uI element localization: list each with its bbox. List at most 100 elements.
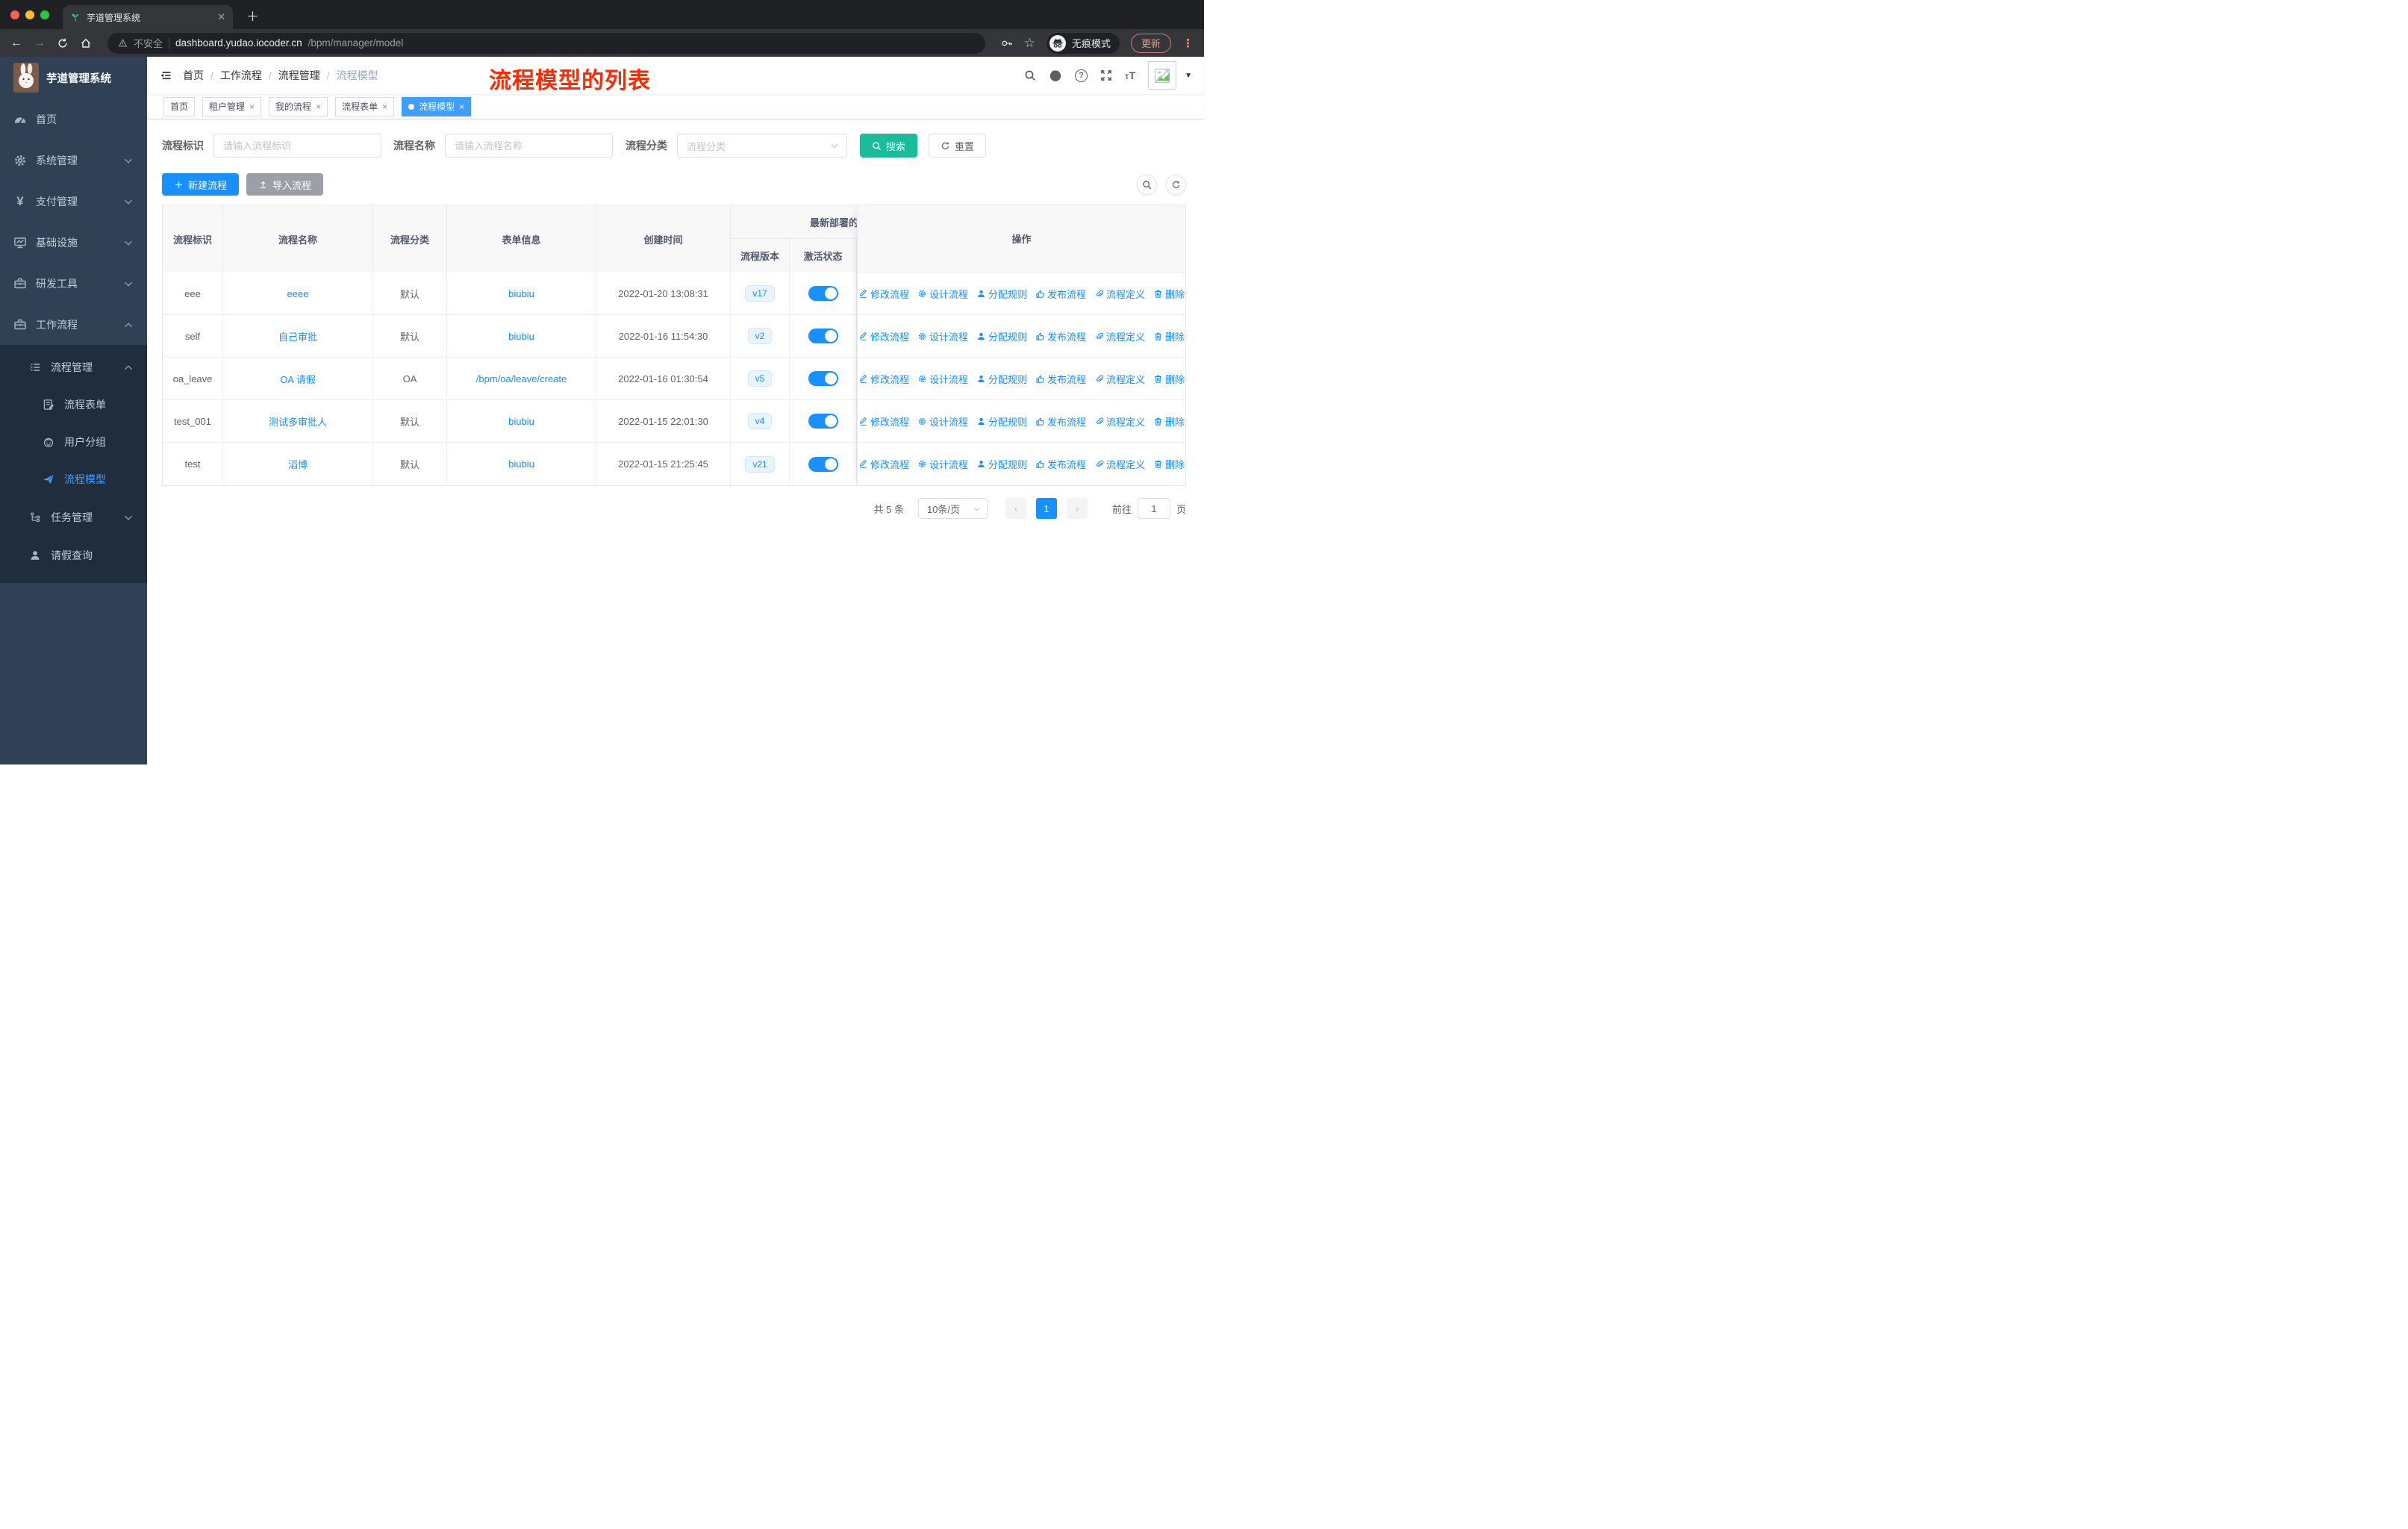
- toggle-search-button[interactable]: [1137, 174, 1157, 195]
- delete-link[interactable]: 删除: [1153, 457, 1185, 471]
- tag-my-process[interactable]: 我的流程 ×: [269, 96, 328, 116]
- process-name-link[interactable]: eeee: [287, 288, 309, 299]
- tag-tenant[interactable]: 租户管理 ×: [202, 96, 262, 116]
- current-page-button[interactable]: 1: [1035, 498, 1057, 519]
- close-icon[interactable]: ×: [382, 102, 387, 112]
- bookmark-star-icon[interactable]: ☆: [1024, 36, 1035, 51]
- active-toggle[interactable]: [808, 328, 838, 343]
- tag-home[interactable]: 首页: [163, 96, 196, 116]
- process-id-input[interactable]: [213, 134, 381, 158]
- process-name-link[interactable]: 测试多审批人: [269, 414, 327, 429]
- active-toggle[interactable]: [808, 414, 838, 429]
- breadcrumb-home[interactable]: 首页: [183, 68, 204, 83]
- refresh-table-button[interactable]: [1166, 174, 1186, 195]
- design-process-link[interactable]: 设计流程: [917, 457, 968, 471]
- sidebar-item-task-manage[interactable]: 任务管理: [0, 498, 147, 536]
- close-window-button[interactable]: [10, 10, 19, 19]
- next-page-button[interactable]: ›: [1066, 498, 1088, 519]
- design-process-link[interactable]: 设计流程: [917, 287, 968, 301]
- new-tab-button[interactable]: ＋: [246, 6, 259, 25]
- form-info-link[interactable]: biubiu: [508, 288, 534, 299]
- process-definition-link[interactable]: 流程定义: [1094, 457, 1145, 471]
- publish-process-link[interactable]: 发布流程: [1035, 414, 1086, 429]
- process-name-link[interactable]: 滔博: [288, 457, 308, 471]
- sidebar-item-process-manage[interactable]: 流程管理: [0, 348, 147, 386]
- avatar-caret-icon[interactable]: ▼: [1185, 72, 1192, 80]
- password-key-icon[interactable]: [1001, 37, 1013, 49]
- sidebar-fold-icon[interactable]: [159, 69, 171, 81]
- edit-process-link[interactable]: 修改流程: [858, 457, 909, 471]
- search-icon[interactable]: [1024, 69, 1036, 81]
- process-name-link[interactable]: OA 请假: [280, 372, 316, 386]
- form-info-link[interactable]: biubiu: [508, 416, 534, 427]
- process-definition-link[interactable]: 流程定义: [1094, 372, 1145, 386]
- form-info-link[interactable]: /bpm/oa/leave/create: [476, 373, 567, 384]
- assign-rule-link[interactable]: 分配规则: [976, 372, 1027, 386]
- process-definition-link[interactable]: 流程定义: [1094, 329, 1145, 343]
- browser-update-button[interactable]: 更新: [1130, 33, 1171, 53]
- assign-rule-link[interactable]: 分配规则: [976, 287, 1027, 301]
- browser-menu-icon[interactable]: ⋮: [1182, 37, 1194, 50]
- goto-page-input[interactable]: [1137, 498, 1170, 519]
- search-button[interactable]: 搜索: [860, 134, 918, 158]
- import-process-button[interactable]: 导入流程: [246, 173, 324, 196]
- assign-rule-link[interactable]: 分配规则: [976, 329, 1027, 343]
- active-toggle[interactable]: [808, 371, 838, 386]
- github-icon[interactable]: [1049, 69, 1062, 82]
- sidebar-item-user-group[interactable]: 用户分组: [0, 423, 147, 461]
- not-secure-warning-icon[interactable]: [118, 38, 128, 48]
- form-info-link[interactable]: biubiu: [508, 331, 534, 342]
- process-name-input[interactable]: [445, 134, 613, 158]
- process-definition-link[interactable]: 流程定义: [1094, 414, 1145, 429]
- sidebar-item-devtools[interactable]: 研发工具: [0, 263, 147, 304]
- create-process-button[interactable]: 新建流程: [162, 173, 240, 196]
- delete-link[interactable]: 删除: [1153, 414, 1185, 429]
- tab-close-icon[interactable]: ✕: [217, 11, 225, 23]
- zoom-window-button[interactable]: [40, 10, 49, 19]
- sidebar-item-leave-query[interactable]: 请假查询: [0, 536, 147, 574]
- fullscreen-icon[interactable]: [1100, 69, 1112, 81]
- browser-tab[interactable]: 芋道管理系统 ✕: [63, 5, 233, 29]
- close-icon[interactable]: ×: [249, 102, 255, 112]
- assign-rule-link[interactable]: 分配规则: [976, 414, 1027, 429]
- sidebar-item-infra[interactable]: 基础设施: [0, 222, 147, 263]
- active-toggle[interactable]: [808, 286, 838, 301]
- process-definition-link[interactable]: 流程定义: [1094, 287, 1145, 301]
- process-name-link[interactable]: 自己审批: [278, 329, 317, 343]
- font-size-icon[interactable]: TT: [1125, 69, 1135, 81]
- publish-process-link[interactable]: 发布流程: [1035, 287, 1086, 301]
- breadcrumb-workflow[interactable]: 工作流程: [220, 68, 262, 83]
- delete-link[interactable]: 删除: [1153, 287, 1185, 301]
- sidebar-item-process-model[interactable]: 流程模型: [0, 461, 147, 498]
- delete-link[interactable]: 删除: [1153, 329, 1185, 343]
- back-icon[interactable]: ←: [10, 37, 22, 49]
- assign-rule-link[interactable]: 分配规则: [976, 457, 1027, 471]
- delete-link[interactable]: 删除: [1153, 372, 1185, 386]
- tag-process-model-active[interactable]: 流程模型 ×: [402, 96, 472, 116]
- sidebar-item-process-form[interactable]: 流程表单: [0, 386, 147, 423]
- help-icon[interactable]: ?: [1075, 69, 1088, 82]
- sidebar-item-workflow[interactable]: 工作流程: [0, 304, 147, 345]
- design-process-link[interactable]: 设计流程: [917, 329, 968, 343]
- publish-process-link[interactable]: 发布流程: [1035, 372, 1086, 386]
- page-size-select[interactable]: 10条/页: [917, 498, 988, 519]
- design-process-link[interactable]: 设计流程: [917, 414, 968, 429]
- tag-process-form[interactable]: 流程表单 ×: [335, 96, 395, 116]
- design-process-link[interactable]: 设计流程: [917, 372, 968, 386]
- reset-button[interactable]: 重置: [929, 134, 987, 158]
- publish-process-link[interactable]: 发布流程: [1035, 457, 1086, 471]
- minimize-window-button[interactable]: [25, 10, 34, 19]
- active-toggle[interactable]: [808, 456, 838, 472]
- home-icon[interactable]: [80, 37, 92, 49]
- sidebar-item-system[interactable]: 系统管理: [0, 140, 147, 181]
- edit-process-link[interactable]: 修改流程: [858, 414, 909, 429]
- avatar[interactable]: [1148, 61, 1177, 90]
- edit-process-link[interactable]: 修改流程: [858, 329, 909, 343]
- form-info-link[interactable]: biubiu: [508, 458, 534, 470]
- process-category-select[interactable]: 流程分类: [677, 134, 847, 158]
- sidebar-item-home[interactable]: 首页: [0, 99, 147, 140]
- edit-process-link[interactable]: 修改流程: [858, 372, 909, 386]
- forward-icon[interactable]: →: [34, 37, 46, 49]
- edit-process-link[interactable]: 修改流程: [858, 287, 909, 301]
- address-bar[interactable]: 不安全 dashboard.yudao.iocoder.cn/bpm/manag…: [107, 32, 985, 54]
